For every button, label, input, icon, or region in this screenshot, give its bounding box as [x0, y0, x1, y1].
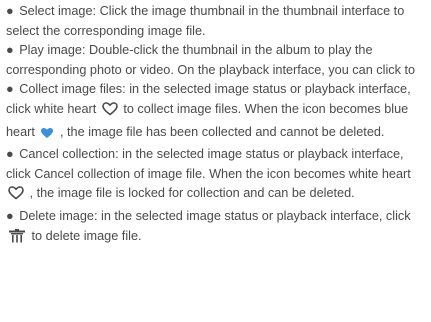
- instruction-delete-image: ● Delete image: in the selected image st…: [6, 207, 425, 249]
- instruction-cancel-collection: ● Cancel collection: in the selected ima…: [6, 145, 425, 207]
- instruction-play-image: ● Play image: Double-click the thumbnail…: [6, 41, 425, 80]
- bullet-marker: ●: [6, 147, 14, 162]
- white-heart-icon: [8, 186, 24, 207]
- instructions-document: ● Select image: Click the image thumbnai…: [0, 0, 431, 322]
- bullet-marker: ●: [6, 82, 14, 97]
- bullet-marker: ●: [6, 4, 14, 18]
- instruction-text: Cancel collection: in the selected image…: [6, 147, 411, 181]
- blue-heart-icon: [40, 126, 54, 146]
- white-heart-icon: [101, 102, 118, 123]
- instruction-text: , the image file has been collected and …: [59, 124, 385, 139]
- instruction-text: Delete image: in the selected image stat…: [19, 208, 411, 223]
- instruction-text: Select image: Click the image thumbnail …: [6, 4, 405, 38]
- instruction-text: , the image file is locked for collectio…: [29, 186, 355, 201]
- bullet-marker: ●: [6, 43, 14, 58]
- instruction-text: to delete image file.: [31, 228, 142, 243]
- instruction-collect-image: ● Collect image files: in the selected i…: [6, 80, 425, 145]
- instruction-select-image: ● Select image: Click the image thumbnai…: [6, 2, 425, 41]
- trash-icon: [8, 228, 26, 250]
- bullet-marker: ●: [6, 208, 14, 223]
- instruction-text: Play image: Double-click the thumbnail i…: [6, 43, 416, 77]
